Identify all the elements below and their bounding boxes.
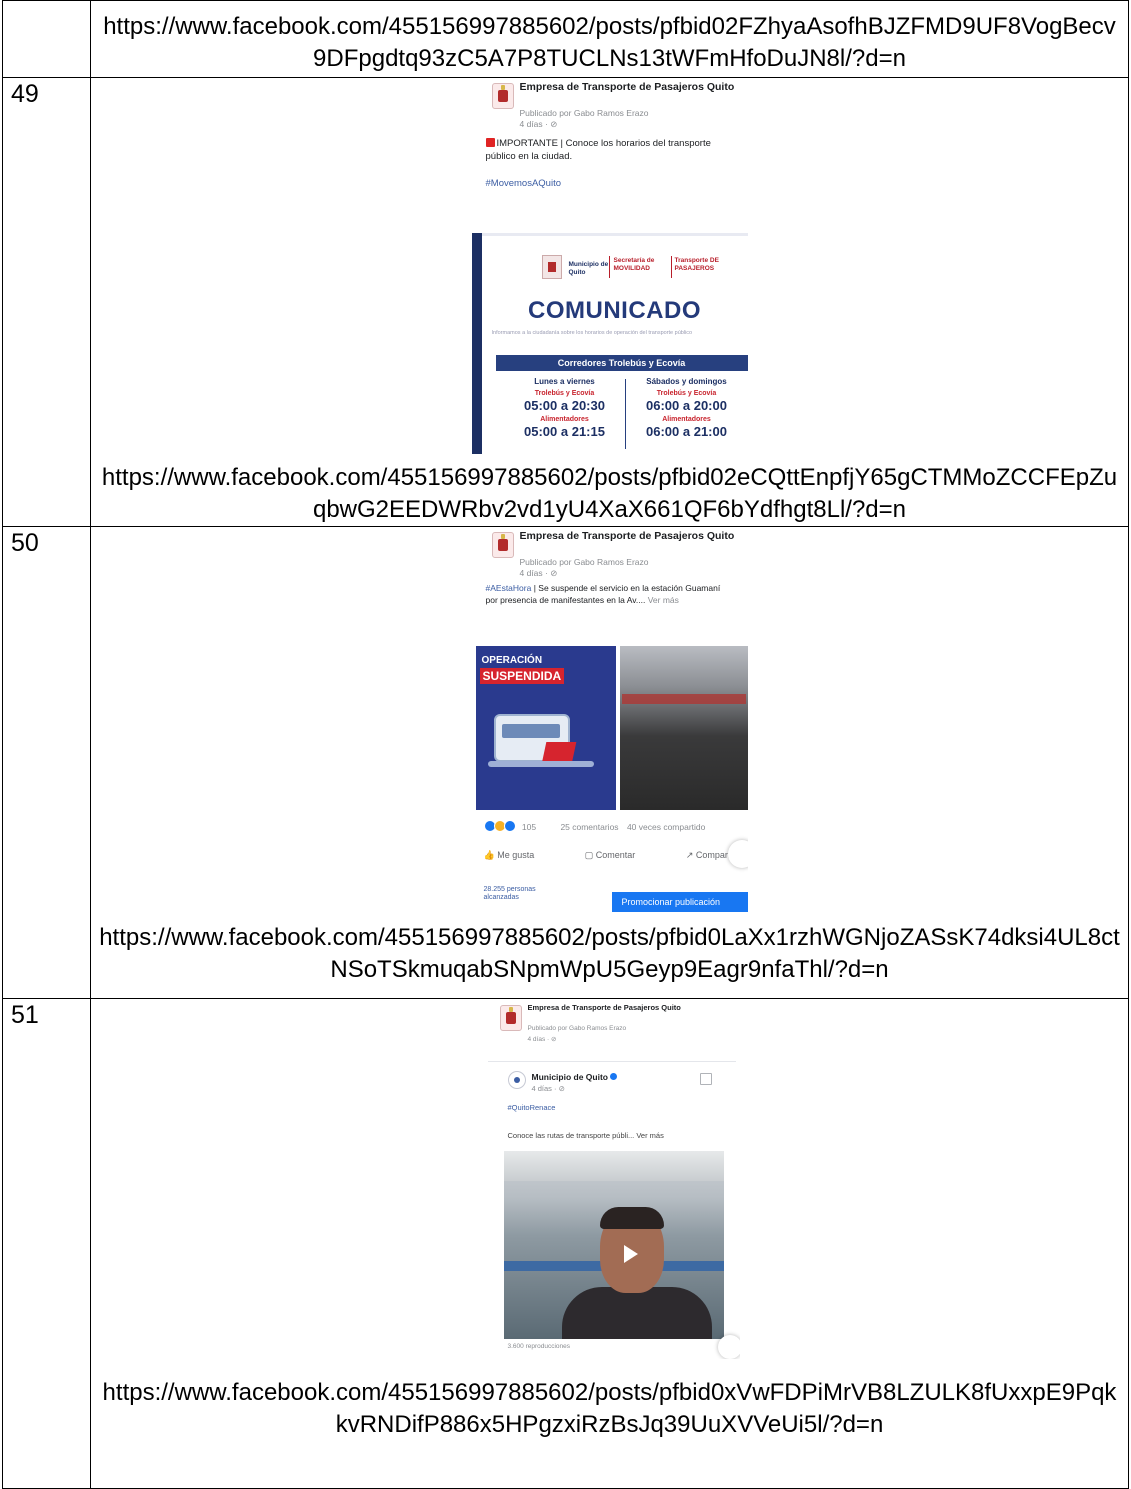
table-row: https://www.facebook.com/455156997885602… (2, 0, 1129, 78)
published-by: Publicado por Gabo Ramos Erazo (527, 1025, 627, 1032)
page-name: Empresa de Transporte de Pasajeros Quito (519, 81, 735, 93)
page-name: Empresa de Transporte de Pasajeros Quito (519, 530, 735, 542)
post-text-block: #AEstaHora | Se suspende el servicio en … (472, 582, 748, 606)
post-header: Empresa de Transporte de Pasajeros Quito… (480, 1001, 740, 1055)
post-hashtag: #MovemosAQuito (485, 178, 562, 189)
schedule-day: Lunes a viernes (534, 377, 595, 386)
table-row: 50 Empresa de Transporte de Pasajeros Qu… (2, 526, 1129, 999)
post-screenshot: Empresa de Transporte de Pasajeros Quito… (479, 1001, 740, 1359)
post-age: 4 días · ⊘ (519, 119, 558, 129)
post-url[interactable]: https://www.facebook.com/455156997885602… (91, 912, 1128, 986)
table-row: 51 Empresa de Transporte de Pasajeros Qu… (2, 998, 1129, 1489)
post-url[interactable]: https://www.facebook.com/455156997885602… (91, 1, 1128, 75)
schedule-weekends: Sábados y domingos Trolebús y Ecovía 06:… (628, 377, 746, 439)
schedule-line: Alimentadores (540, 416, 589, 423)
row-number: 49 (2, 77, 91, 527)
schedule-line: Trolebús y Ecovía (656, 390, 717, 397)
content-cell: Empresa de Transporte de Pasajeros Quito… (90, 526, 1129, 999)
page-avatar (491, 532, 514, 558)
operation-suspended-image: OPERACIÓN SUSPENDIDA (475, 646, 616, 810)
logo-transporte: Transporte DE PASAJEROS (674, 257, 719, 272)
post-media: OPERACIÓN SUSPENDIDA (472, 646, 748, 810)
post-header: Empresa de Transporte de Pasajeros Quito… (472, 528, 748, 582)
schedule-hours: 05:00 a 20:30 (524, 398, 605, 413)
shared-page-label: Municipio de Quito (531, 1072, 609, 1082)
calendar-icon[interactable] (699, 1073, 712, 1085)
schedule-line: Alimentadores (662, 416, 711, 423)
post-hashtag: #AEstaHora (485, 583, 532, 593)
table-row: 49 Empresa de Transporte de Pasajeros Qu… (2, 77, 1129, 527)
like-reaction-icon (503, 820, 516, 832)
logos-row: Municipio de Quito Secretaría de MOVILID… (541, 253, 742, 285)
post-header: Empresa de Transporte de Pasajeros Quito… (472, 79, 748, 133)
protest-photo (619, 646, 748, 810)
reach-link[interactable]: 28.255 personas alcanzadas (484, 886, 544, 902)
schedule-hours: 05:00 a 21:15 (524, 424, 605, 439)
shared-page-name: Municipio de Quito (532, 1072, 618, 1082)
post-url[interactable]: https://www.facebook.com/455156997885602… (91, 454, 1128, 526)
schedule-line: Trolebús y Ecovía (534, 390, 595, 397)
reactions-bar: 105 25 comentarios 40 veces compartido (483, 820, 746, 832)
post-url[interactable]: https://www.facebook.com/455156997885602… (91, 1359, 1128, 1441)
schedule-weekdays: Lunes a viernes Trolebús y Ecovía 05:00 … (506, 377, 624, 439)
op-subtitle: SUSPENDIDA (479, 668, 565, 684)
post-screenshot: Empresa de Transporte de Pasajeros Quito… (471, 528, 748, 912)
municipio-avatar (507, 1071, 526, 1089)
content-cell: Empresa de Transporte de Pasajeros Quito… (90, 77, 1129, 527)
view-count: 3.600 reproducciones (507, 1343, 571, 1350)
video-player[interactable] (503, 1151, 724, 1339)
logo-municipio: Municipio de Quito (568, 261, 609, 276)
reactions-count: 105 (521, 822, 537, 832)
op-title: OPERACIÓN (481, 655, 543, 666)
schedule-hours: 06:00 a 20:00 (646, 398, 727, 413)
row-number: 51 (2, 998, 91, 1489)
comments-count[interactable]: 25 comentarios (560, 822, 618, 832)
like-button[interactable]: 👍 Me gusta (484, 850, 559, 860)
published-by: Publicado por Gabo Ramos Erazo (519, 108, 649, 118)
content-cell: https://www.facebook.com/455156997885602… (90, 0, 1129, 78)
published-by: Publicado por Gabo Ramos Erazo (519, 557, 649, 567)
row-number: 50 (2, 526, 91, 999)
poster-intro: Informamos a la ciudadanía sobre los hor… (491, 330, 693, 336)
poster-banner: Corredores Trolebús y Ecovía (495, 355, 748, 371)
verified-icon (610, 1073, 618, 1080)
poster-heading: COMUNICADO (528, 297, 701, 324)
post-hashtag: #QuitoRenace (507, 1103, 556, 1112)
alert-icon (485, 138, 495, 147)
play-icon[interactable] (623, 1245, 638, 1263)
floating-avatar-button[interactable] (727, 840, 748, 868)
promote-button[interactable]: Promocionar publicación (611, 892, 748, 912)
post-actions: 👍 Me gusta ▢ Comentar ↗ Compartir (484, 850, 746, 861)
announcement-image: Municipio de Quito Secretaría de MOVILID… (471, 233, 748, 454)
page-avatar (499, 1005, 522, 1031)
comment-button[interactable]: ▢ Comentar (585, 850, 660, 860)
post-screenshot: Empresa de Transporte de Pasajeros Quito… (471, 79, 748, 454)
municipio-seal-icon (541, 255, 562, 279)
post-text: IMPORTANTE | Conoce los horarios del tra… (485, 138, 711, 162)
post-text: Conoce las rutas de transporte públi... … (507, 1131, 664, 1140)
post-age: 4 días · ⊘ (527, 1036, 557, 1043)
page-avatar (491, 83, 514, 109)
post-age: 4 días · ⊘ (519, 568, 558, 578)
links-table: https://www.facebook.com/455156997885602… (2, 0, 1129, 1489)
shares-count[interactable]: 40 veces compartido (627, 822, 705, 832)
comment-label: Comentar (595, 850, 636, 860)
content-cell: Empresa de Transporte de Pasajeros Quito… (90, 998, 1129, 1489)
page-name: Empresa de Transporte de Pasajeros Quito (527, 1003, 681, 1012)
logo-secretaria: Secretaría de MOVILIDAD (613, 257, 655, 272)
schedule-hours: 06:00 a 21:00 (646, 424, 727, 439)
post-text-block: IMPORTANTE | Conoce los horarios del tra… (472, 137, 748, 163)
like-label: Me gusta (497, 850, 535, 860)
row-number-cell (2, 0, 91, 78)
see-more-link[interactable]: Ver más (648, 595, 679, 605)
schedule-day: Sábados y domingos (646, 377, 727, 386)
shared-age: 4 días · ⊘ (531, 1084, 565, 1093)
floating-avatar-button[interactable] (717, 1335, 740, 1359)
